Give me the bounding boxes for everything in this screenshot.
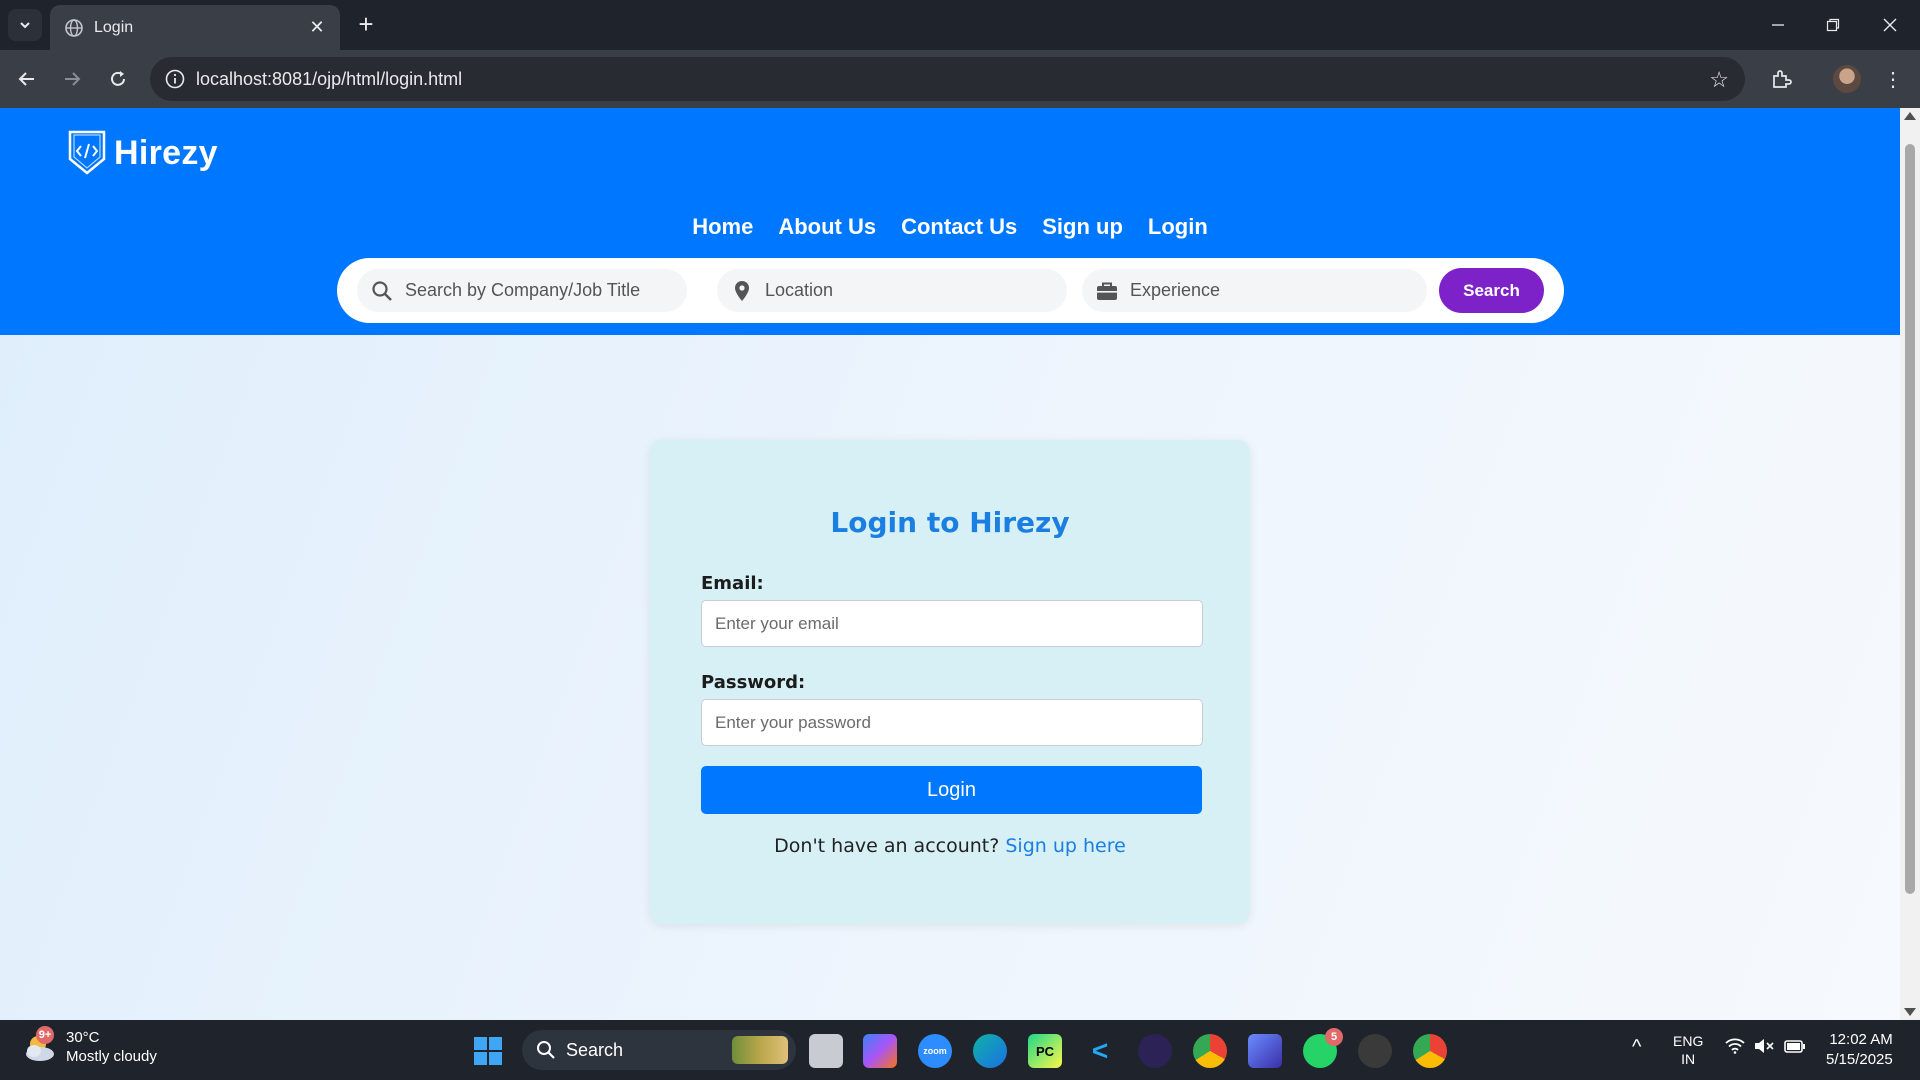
signup-link[interactable]: Sign up here [1005, 835, 1125, 857]
email-label: Email: [701, 573, 764, 594]
search-highlight-icon [732, 1036, 788, 1064]
page-scrollbar[interactable] [1900, 108, 1920, 1020]
weather-temp: 30°C [66, 1029, 100, 1046]
chrome-profile-icon[interactable] [1413, 1034, 1447, 1068]
location-input[interactable] [765, 280, 1035, 301]
signup-prompt-text: Don't have an account? [774, 835, 1000, 857]
chrome-icon[interactable] [1193, 1034, 1227, 1068]
login-card: Login to Hirezy Email: Password: Login D… [650, 440, 1250, 924]
nav-login[interactable]: Login [1148, 214, 1208, 240]
password-field[interactable] [701, 699, 1203, 746]
show-hidden-icons-chevron-up-icon[interactable]: ^ [1632, 1036, 1641, 1059]
lang-bottom: IN [1681, 1051, 1696, 1067]
signup-prompt: Don't have an account? Sign up here [650, 835, 1250, 857]
cloudy-weather-icon: 9+ [22, 1026, 58, 1064]
bookmark-star-icon[interactable]: ☆ [1709, 67, 1729, 93]
language-indicator[interactable]: ENG IN [1673, 1032, 1703, 1068]
zoom-label: zoom [923, 1046, 947, 1056]
tab-search-button[interactable] [8, 9, 42, 41]
tab-close-icon[interactable]: ✕ [306, 16, 328, 38]
browser-toolbar: localhost:8081/ojp/html/login.html ☆ ⋮ [0, 50, 1920, 108]
scroll-thumb[interactable] [1905, 144, 1915, 894]
experience-input[interactable] [1130, 280, 1400, 301]
arrow-left-icon [18, 72, 34, 86]
site-header: Hirezy Home About Us Contact Us Sign up … [0, 108, 1900, 335]
tab-title: Login [94, 18, 134, 36]
taskbar-search-label: Search [566, 1039, 624, 1060]
zoom-icon[interactable]: zoom [918, 1034, 952, 1068]
briefcase-icon [1096, 280, 1118, 302]
lang-top: ENG [1673, 1033, 1704, 1049]
settings-gear-icon[interactable] [1358, 1034, 1392, 1068]
app-icon[interactable] [1248, 1034, 1282, 1068]
experience-field[interactable] [1082, 269, 1427, 312]
search-icon [537, 1041, 555, 1059]
globe-icon [64, 18, 84, 38]
pycharm-icon[interactable]: PC [1028, 1034, 1062, 1068]
battery-icon[interactable] [1784, 1038, 1806, 1058]
profile-avatar[interactable] [1833, 65, 1861, 93]
brand-name: Hirezy [114, 133, 218, 172]
clock-time: 12:02 AM [1829, 1031, 1893, 1048]
vscode-icon[interactable]: < [1083, 1034, 1117, 1068]
nav-contact-us[interactable]: Contact Us [901, 214, 1017, 240]
close-icon [1883, 18, 1897, 32]
copilot-icon[interactable] [863, 1034, 897, 1068]
browser-tab-login[interactable]: Login ✕ [50, 5, 340, 50]
os-taskbar: 9+ 30°C Mostly cloudy Search zoom PC < 5… [0, 1020, 1920, 1080]
scroll-down-arrow-icon[interactable] [1904, 1008, 1916, 1016]
restore-button[interactable] [1813, 8, 1853, 42]
edge-icon[interactable] [973, 1034, 1007, 1068]
login-title: Login to Hirezy [830, 506, 1070, 539]
weather-badge: 9+ [36, 1026, 54, 1044]
page-viewport: Hirezy Home About Us Contact Us Sign up … [0, 108, 1900, 1020]
email-field[interactable] [701, 600, 1203, 647]
volume-muted-icon[interactable] [1754, 1038, 1774, 1058]
scroll-up-arrow-icon[interactable] [1904, 112, 1916, 120]
password-label: Password: [701, 672, 806, 693]
taskbar-search[interactable]: Search [522, 1030, 796, 1070]
extensions-icon[interactable] [1766, 64, 1796, 94]
new-tab-button[interactable]: + [352, 11, 380, 39]
eclipse-icon[interactable] [1138, 1034, 1172, 1068]
back-button[interactable] [10, 62, 44, 96]
nav-sign-up[interactable]: Sign up [1042, 214, 1123, 240]
weather-desc: Mostly cloudy [66, 1048, 157, 1065]
brand[interactable]: Hirezy [66, 129, 218, 177]
close-window-button[interactable] [1870, 8, 1910, 42]
reload-icon [111, 71, 125, 86]
clock[interactable]: 12:02 AM 5/15/2025 [1826, 1030, 1893, 1070]
company-search-field[interactable] [357, 269, 687, 312]
forward-button[interactable] [55, 62, 89, 96]
company-search-input[interactable] [405, 280, 675, 301]
address-bar[interactable]: localhost:8081/ojp/html/login.html ☆ [150, 57, 1745, 101]
minimize-icon [1772, 24, 1784, 26]
menu-kebab-icon[interactable]: ⋮ [1878, 64, 1908, 94]
minimize-button[interactable] [1758, 8, 1798, 42]
whatsapp-icon[interactable]: 5 [1303, 1028, 1343, 1068]
map-pin-icon [731, 280, 753, 302]
search-button[interactable]: Search [1439, 268, 1544, 313]
nav-about-us[interactable]: About Us [778, 214, 876, 240]
location-field[interactable] [717, 269, 1067, 312]
whatsapp-badge: 5 [1325, 1028, 1343, 1046]
chevron-down-icon [20, 22, 30, 29]
browser-tabbar: Login ✕ + [0, 0, 1920, 50]
brand-logo-icon [68, 130, 106, 175]
job-search-bar: Search [337, 258, 1564, 323]
nav-home[interactable]: Home [692, 214, 753, 240]
login-button[interactable]: Login [701, 766, 1202, 814]
site-info-icon[interactable] [164, 68, 186, 90]
main-nav: Home About Us Contact Us Sign up Login [0, 214, 1900, 240]
url-text: localhost:8081/ojp/html/login.html [196, 68, 463, 89]
search-icon [371, 280, 393, 302]
weather-widget[interactable]: 9+ 30°C Mostly cloudy [22, 1026, 157, 1066]
task-view-icon[interactable] [809, 1034, 843, 1068]
restore-icon [1826, 18, 1840, 32]
clock-date: 5/15/2025 [1826, 1051, 1893, 1068]
windows-start-icon[interactable] [471, 1034, 505, 1068]
arrow-right-icon [65, 72, 81, 86]
wifi-icon[interactable] [1725, 1038, 1745, 1058]
reload-button[interactable] [101, 62, 135, 96]
